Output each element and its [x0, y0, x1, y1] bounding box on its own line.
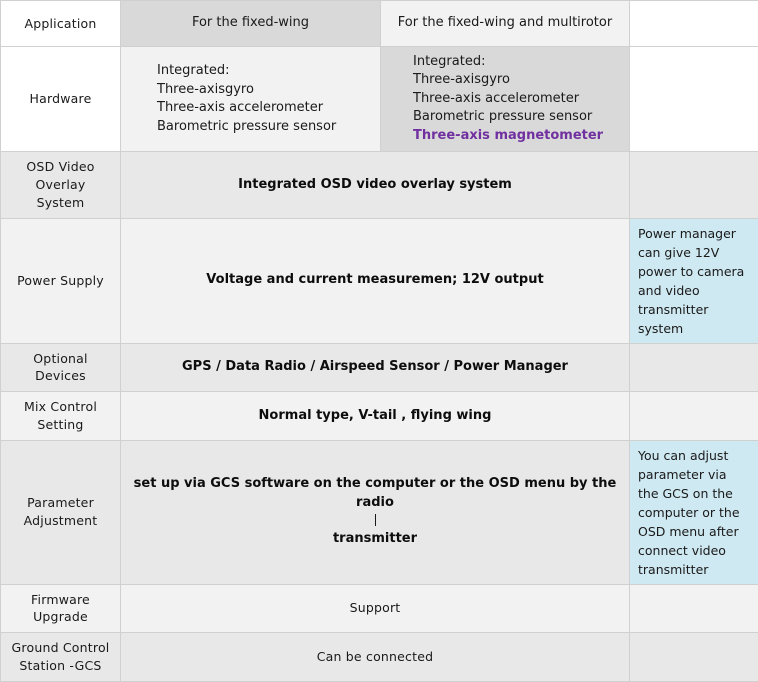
table-row-optional-devices: Optional Devices GPS / Data Radio / Airs… [1, 343, 758, 392]
row-label-osd: OSD Video Overlay System [1, 152, 121, 218]
mix-control-label: Mix Control Setting [1, 392, 120, 440]
parameter-adjustment-note: You can adjust parameter via the GCS on … [630, 441, 758, 584]
hardware-fw-line-4: Barometric pressure sensor [157, 118, 370, 136]
cell-ground-control-value: Can be connected [121, 633, 630, 682]
header-fixed-wing-label: For the fixed-wing [121, 8, 380, 38]
osd-label: OSD Video Overlay System [1, 152, 120, 217]
specification-table: Application For the fixed-wing For the f… [0, 0, 758, 682]
ground-control-label: Ground Control Station -GCS [1, 633, 120, 681]
hardware-fixed-wing-list: Integrated: Three-axisgyro Three-axis ac… [121, 56, 380, 142]
hardware-fw-line-3: Three-axis accelerometer [157, 99, 370, 117]
optional-devices-note [630, 361, 758, 373]
cell-optional-devices-note [630, 343, 758, 392]
row-label-ground-control: Ground Control Station -GCS [1, 633, 121, 682]
table-row-power-supply: Power Supply Voltage and current measure… [1, 218, 758, 343]
cell-mix-control-value: Normal type, V-tail , flying wing [121, 392, 630, 441]
cell-mix-control-note [630, 392, 758, 441]
parameter-adjustment-label: Parameter Adjustment [1, 488, 120, 536]
hardware-multirotor-list: Integrated: Three-axisgyro Three-axis ac… [381, 47, 629, 151]
mix-control-label-line-2: Setting [11, 416, 110, 434]
parameter-adjustment-value: set up via GCS software on the computer … [121, 469, 629, 555]
firmware-upgrade-value: Support [121, 593, 629, 623]
hardware-fw-line-2: Three-axisgyro [157, 81, 370, 99]
cell-hardware-fixed-wing: Integrated: Three-axisgyro Three-axis ac… [121, 47, 381, 152]
table-row-hardware: Hardware Integrated: Three-axisgyro Thre… [1, 47, 758, 152]
cell-ground-control-note [630, 633, 758, 682]
row-label-firmware-upgrade: Firmware Upgrade [1, 584, 121, 633]
firmware-upgrade-label-line-2: Upgrade [11, 608, 110, 626]
parameter-adjustment-value-line-2: transmitter [131, 530, 619, 548]
row-label-power-supply: Power Supply [1, 218, 121, 343]
optional-devices-label-line-2: Devices [11, 367, 110, 385]
text-cursor-icon [375, 514, 376, 526]
table-row-header: Application For the fixed-wing For the f… [1, 1, 758, 47]
cell-hardware-note [630, 47, 758, 152]
hardware-fw-line-1: Integrated: [157, 62, 370, 80]
ground-control-label-line-1: Ground Control [11, 639, 110, 657]
row-label-hardware: Hardware [1, 47, 121, 152]
parameter-adjustment-label-line-2: Adjustment [11, 512, 110, 530]
header-cell-application: Application [1, 1, 121, 47]
cell-power-supply-note: Power manager can give 12V power to came… [630, 218, 758, 343]
osd-note [630, 179, 758, 191]
table-row-parameter-adjustment: Parameter Adjustment set up via GCS soft… [1, 440, 758, 584]
firmware-upgrade-label-line-1: Firmware [11, 591, 110, 609]
header-notes-label [630, 18, 758, 30]
cell-firmware-upgrade-note [630, 584, 758, 633]
cell-firmware-upgrade-value: Support [121, 584, 630, 633]
header-application-label: Application [1, 9, 120, 39]
header-cell-fixed-wing: For the fixed-wing [121, 1, 381, 47]
header-cell-fixed-wing-multirotor: For the fixed-wing and multirotor [381, 1, 630, 47]
table-row-mix-control: Mix Control Setting Normal type, V-tail … [1, 392, 758, 441]
cell-power-supply-value: Voltage and current measuremen; 12V outp… [121, 218, 630, 343]
firmware-upgrade-note [630, 602, 758, 614]
cell-osd-value: Integrated OSD video overlay system [121, 152, 630, 218]
mix-control-note [630, 410, 758, 422]
ground-control-label-line-2: Station -GCS [11, 657, 110, 675]
header-cell-notes [630, 1, 758, 47]
optional-devices-label: Optional Devices [1, 344, 120, 392]
power-supply-note: Power manager can give 12V power to came… [630, 219, 758, 343]
mix-control-label-line-1: Mix Control [11, 398, 110, 416]
hardware-mr-line-1: Integrated: [413, 53, 619, 71]
table-row-ground-control: Ground Control Station -GCS Can be conne… [1, 633, 758, 682]
cell-parameter-adjustment-value: set up via GCS software on the computer … [121, 440, 630, 584]
hardware-mr-line-3: Three-axis accelerometer [413, 90, 619, 108]
row-label-optional-devices: Optional Devices [1, 343, 121, 392]
hardware-note [630, 93, 758, 105]
power-supply-label: Power Supply [1, 266, 120, 296]
optional-devices-value: GPS / Data Radio / Airspeed Sensor / Pow… [121, 352, 629, 382]
osd-value: Integrated OSD video overlay system [121, 170, 629, 200]
row-label-parameter-adjustment: Parameter Adjustment [1, 440, 121, 584]
header-fixed-wing-multirotor-label: For the fixed-wing and multirotor [381, 8, 629, 38]
ground-control-value: Can be connected [121, 642, 629, 672]
power-supply-value: Voltage and current measuremen; 12V outp… [121, 265, 629, 295]
row-label-mix-control: Mix Control Setting [1, 392, 121, 441]
cell-hardware-multirotor: Integrated: Three-axisgyro Three-axis ac… [381, 47, 630, 152]
cell-parameter-adjustment-note: You can adjust parameter via the GCS on … [630, 440, 758, 584]
cell-optional-devices-value: GPS / Data Radio / Airspeed Sensor / Pow… [121, 343, 630, 392]
table-row-firmware-upgrade: Firmware Upgrade Support [1, 584, 758, 633]
firmware-upgrade-label: Firmware Upgrade [1, 585, 120, 633]
hardware-label: Hardware [1, 84, 120, 114]
hardware-mr-line-4: Barometric pressure sensor [413, 108, 619, 126]
parameter-adjustment-label-line-1: Parameter [11, 494, 110, 512]
ground-control-note [630, 651, 758, 663]
hardware-mr-line-2: Three-axisgyro [413, 71, 619, 89]
osd-label-line-1: OSD Video [11, 158, 110, 176]
cell-osd-note [630, 152, 758, 218]
osd-label-line-2: Overlay System [11, 176, 110, 212]
mix-control-value: Normal type, V-tail , flying wing [121, 401, 629, 431]
parameter-adjustment-value-line-1: set up via GCS software on the computer … [131, 475, 619, 512]
optional-devices-label-line-1: Optional [11, 350, 110, 368]
hardware-mr-line-5-magnetometer: Three-axis magnetometer [413, 127, 619, 145]
table-row-osd: OSD Video Overlay System Integrated OSD … [1, 152, 758, 218]
